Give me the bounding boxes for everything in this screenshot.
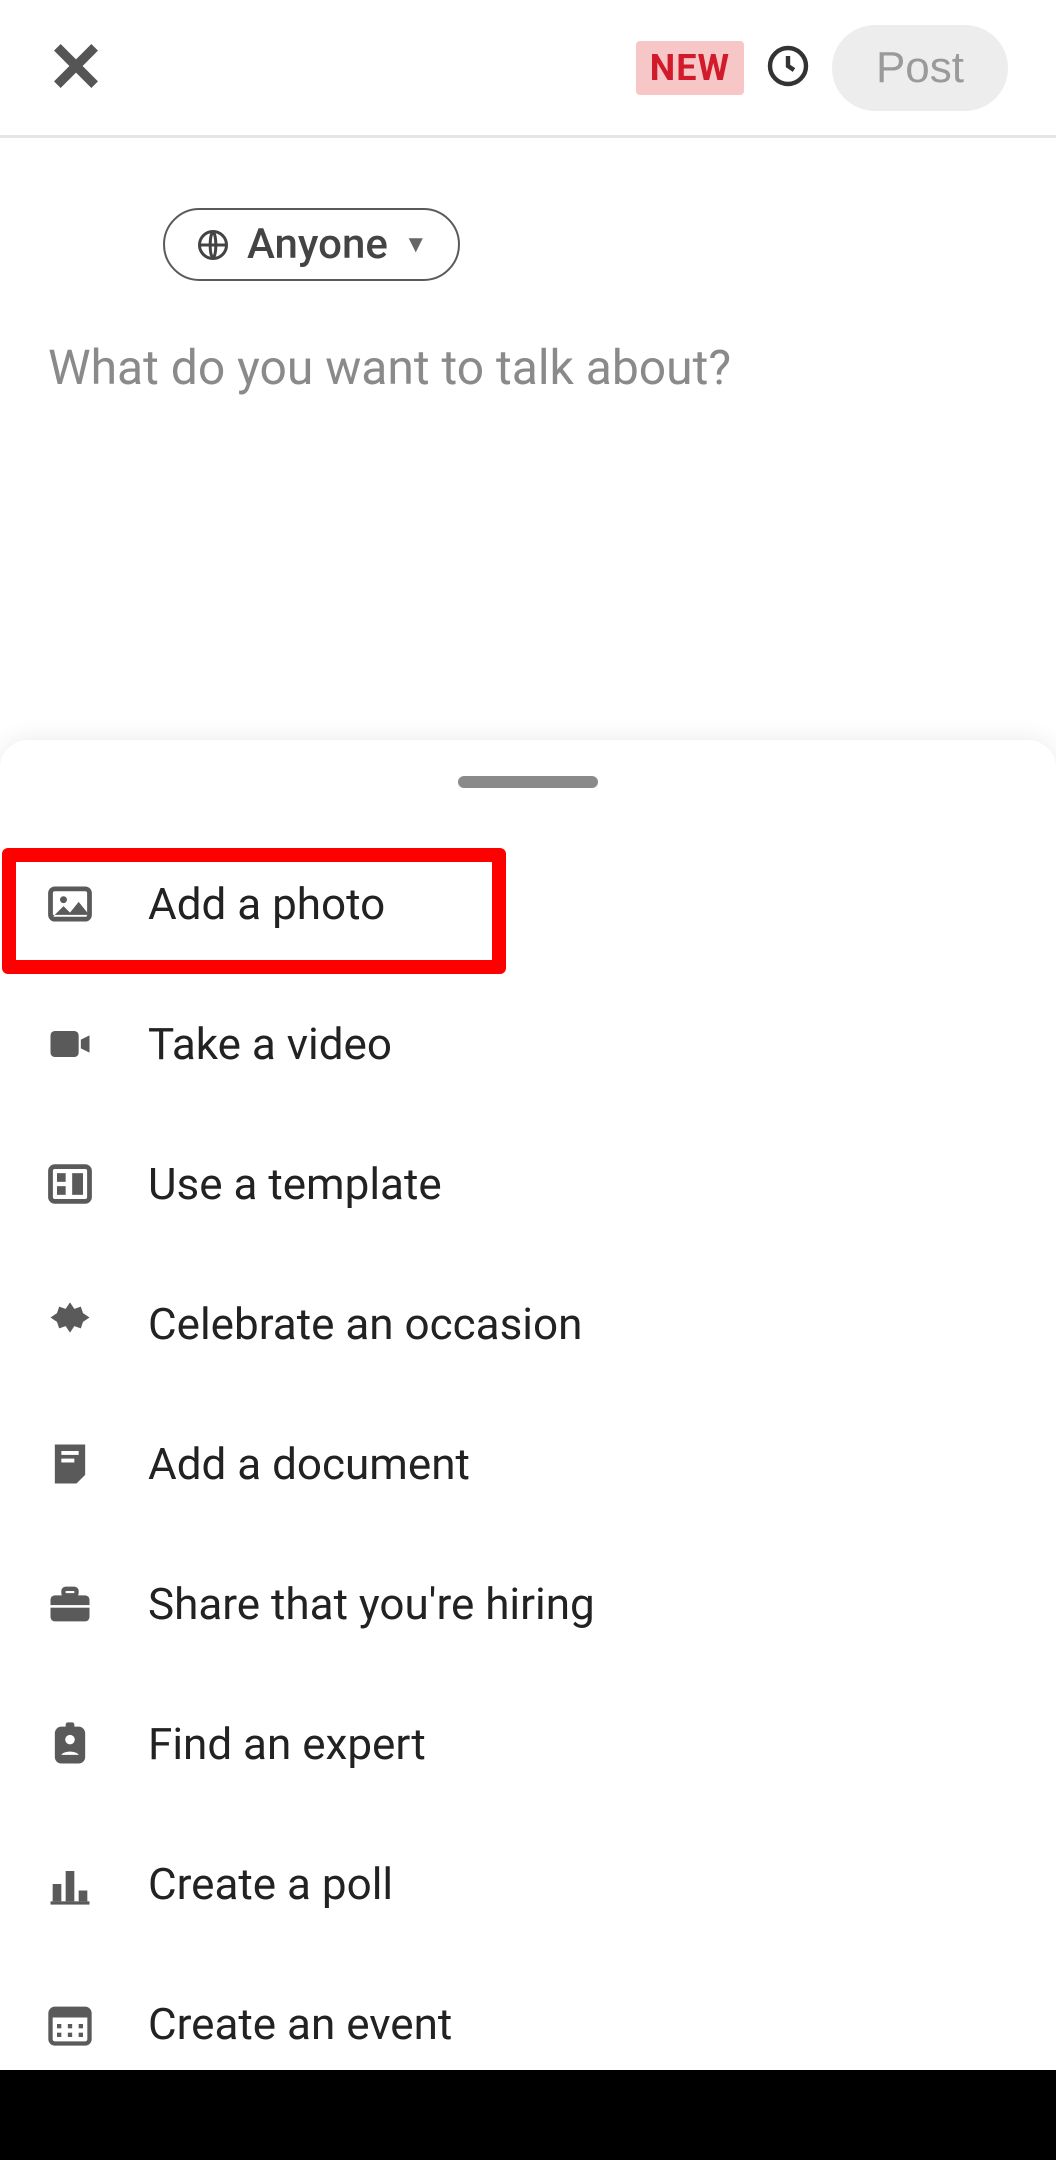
option-label: Find an expert — [148, 1718, 426, 1770]
option-briefcase[interactable]: Share that you're hiring — [40, 1534, 1016, 1674]
option-label: Celebrate an occasion — [148, 1298, 582, 1350]
document-icon — [40, 1438, 100, 1490]
audience-label: Anyone — [247, 220, 388, 269]
audience-selector[interactable]: Anyone ▼ — [163, 208, 460, 281]
option-label: Create a poll — [148, 1858, 393, 1910]
bottom-sheet: Add a photo Take a video Use a template Cel… — [0, 740, 1056, 2070]
template-icon — [40, 1158, 100, 1210]
option-video[interactable]: Take a video — [40, 974, 1016, 1114]
chevron-down-icon: ▼ — [404, 230, 428, 259]
drag-handle[interactable] — [458, 776, 598, 788]
post-button[interactable]: Post — [832, 25, 1008, 111]
close-icon[interactable] — [48, 38, 104, 98]
expert-icon — [40, 1718, 100, 1770]
option-label: Share that you're hiring — [148, 1578, 595, 1630]
option-label: Take a video — [148, 1018, 392, 1070]
option-image[interactable]: Add a photo — [40, 834, 1016, 974]
event-icon — [40, 1998, 100, 2050]
video-icon — [40, 1018, 100, 1070]
option-label: Add a document — [148, 1438, 470, 1490]
poll-icon — [40, 1858, 100, 1910]
option-label: Use a template — [148, 1158, 442, 1210]
option-label: Create an event — [148, 1998, 452, 2050]
option-poll[interactable]: Create a poll — [40, 1814, 1016, 1954]
header-bar: NEW Post — [0, 0, 1056, 138]
new-badge: NEW — [636, 41, 744, 95]
option-label: Add a photo — [148, 878, 385, 930]
option-celebrate[interactable]: Celebrate an occasion — [40, 1254, 1016, 1394]
image-icon — [40, 878, 100, 930]
briefcase-icon — [40, 1578, 100, 1630]
option-template[interactable]: Use a template — [40, 1114, 1016, 1254]
option-expert[interactable]: Find an expert — [40, 1674, 1016, 1814]
device-nav-bar — [0, 2070, 1056, 2160]
clock-icon[interactable] — [764, 42, 812, 94]
option-document[interactable]: Add a document — [40, 1394, 1016, 1534]
celebrate-icon — [40, 1298, 100, 1350]
compose-area: Anyone ▼ What do you want to talk about? — [0, 138, 1056, 399]
composer-placeholder[interactable]: What do you want to talk about? — [48, 337, 1008, 399]
